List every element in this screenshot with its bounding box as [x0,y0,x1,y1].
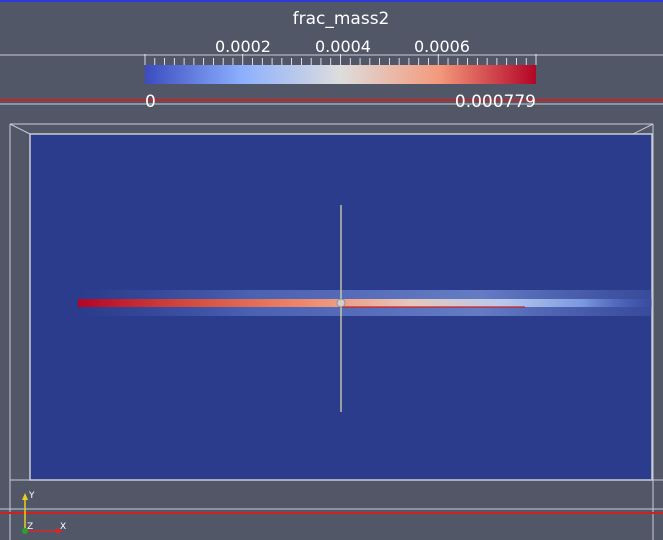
frame-corner-tr [632,123,654,135]
legend-max-label: 0.000779 [455,92,536,112]
top-border [0,0,663,2]
z-axis-label: Z [27,522,33,532]
legend-title: frac_mass2 [293,9,390,29]
legend-tick-label: 0.0004 [315,37,371,56]
y-arrowhead-icon [22,493,28,500]
legend-tick-label: 0.0002 [215,37,271,56]
legend-tick-label: 0.0006 [414,37,470,56]
render-viewport[interactable]: frac_mass2 0.0002 0.0004 0.0006 0 0.0007… [0,0,663,540]
legend-color-bar[interactable] [145,65,536,84]
concentration-plume[interactable] [78,299,652,307]
frame-corner-tl [9,123,31,135]
legend-min-label: 0 [145,92,156,112]
color-legend[interactable]: frac_mass2 0.0002 0.0004 0.0006 0 0.0007… [144,9,537,112]
probe-handle[interactable] [336,298,346,308]
y-axis-label: Y [28,491,35,501]
x-axis-label: X [60,522,66,532]
